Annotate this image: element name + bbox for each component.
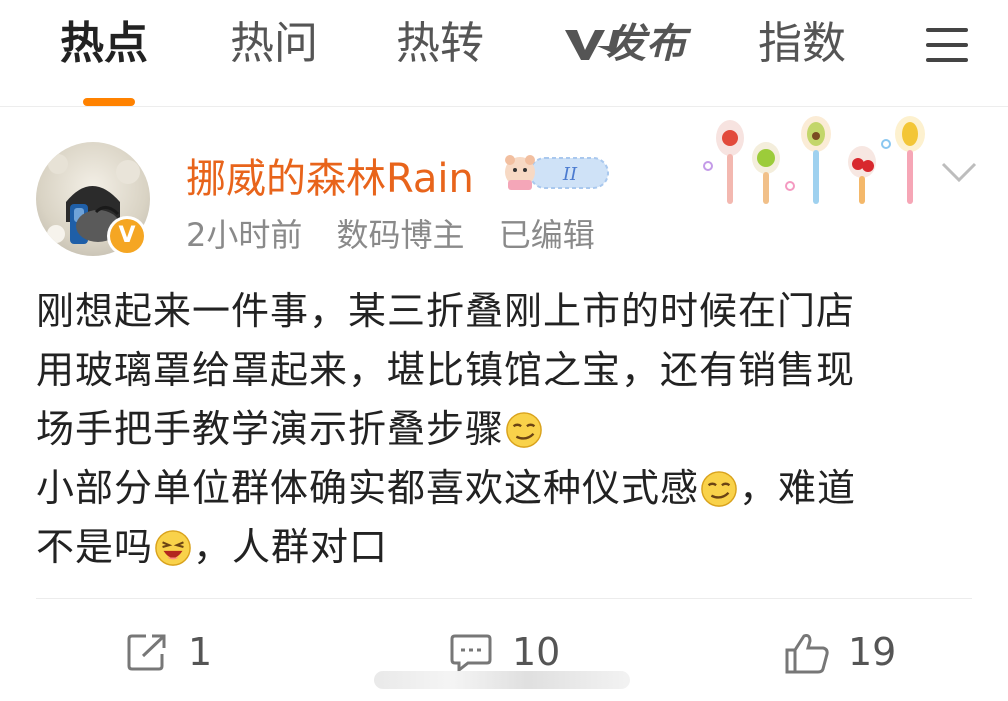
active-tab-indicator <box>83 98 135 106</box>
verified-badge-icon: V <box>107 216 147 256</box>
content-divider <box>36 598 972 599</box>
tab-hot-questions[interactable]: 热问 <box>230 14 318 74</box>
chevron-down-icon[interactable] <box>940 160 978 184</box>
blurred-overlay-bar <box>374 671 630 689</box>
post-line-text: 不是吗 <box>36 525 154 569</box>
svg-text:II: II <box>562 164 578 185</box>
username[interactable]: 挪威的森林Rain <box>186 146 474 204</box>
thumbs-up-icon <box>785 634 829 674</box>
author-role: 数码博主 <box>336 216 465 254</box>
repost-button[interactable]: 1 <box>126 626 236 678</box>
tab-hot-reposts[interactable]: 热转 <box>396 14 484 74</box>
top-tab-bar: 热点 热问 热转 发布 指数 <box>0 0 1008 107</box>
post-line-text: 场手把手教学演示折叠步骤 <box>36 407 505 451</box>
post-line: 场手把手教学演示折叠步骤 <box>36 400 966 459</box>
post-line: 刚想起来一件事，某三折叠刚上市的时候在门店 <box>36 289 856 333</box>
decorative-spoons-icon <box>703 116 925 204</box>
smirk-emoji-icon <box>506 412 542 448</box>
tab-index[interactable]: 指数 <box>758 14 846 74</box>
post-line-text: ，难道 <box>739 466 857 510</box>
smirk-emoji-icon <box>701 471 737 507</box>
tab-hot[interactable]: 热点 <box>60 14 148 74</box>
post-line: 不是吗 ，人群对口 <box>36 518 966 577</box>
repost-icon <box>127 634 166 671</box>
comment-icon <box>450 634 492 672</box>
menu-icon[interactable] <box>926 28 968 62</box>
post-line-text: 小部分单位群体确实都喜欢这种仪式感 <box>36 466 700 510</box>
post-line: 小部分单位群体确实都喜欢这种仪式感 ，难道 <box>36 459 966 518</box>
fan-badge-icon[interactable]: II <box>500 150 610 192</box>
post-content: 刚想起来一件事，某三折叠刚上市的时候在门店 用玻璃罩给罩起来，堪比镇馆之宝，还有… <box>36 282 966 577</box>
edited-label: 已编辑 <box>498 216 595 254</box>
post-time: 2小时前 <box>186 216 303 254</box>
like-button[interactable]: 19 <box>784 626 904 678</box>
post-line: 用玻璃罩给罩起来，堪比镇馆之宝，还有销售现 <box>36 348 856 392</box>
like-count: 19 <box>848 630 897 674</box>
post-line-text: ，人群对口 <box>193 525 389 569</box>
laughing-emoji-icon <box>155 530 191 566</box>
post-meta: 2小时前 数码博主 已编辑 <box>186 210 619 256</box>
tab-publish-label: 发布 <box>606 21 686 67</box>
repost-count: 1 <box>188 630 213 674</box>
